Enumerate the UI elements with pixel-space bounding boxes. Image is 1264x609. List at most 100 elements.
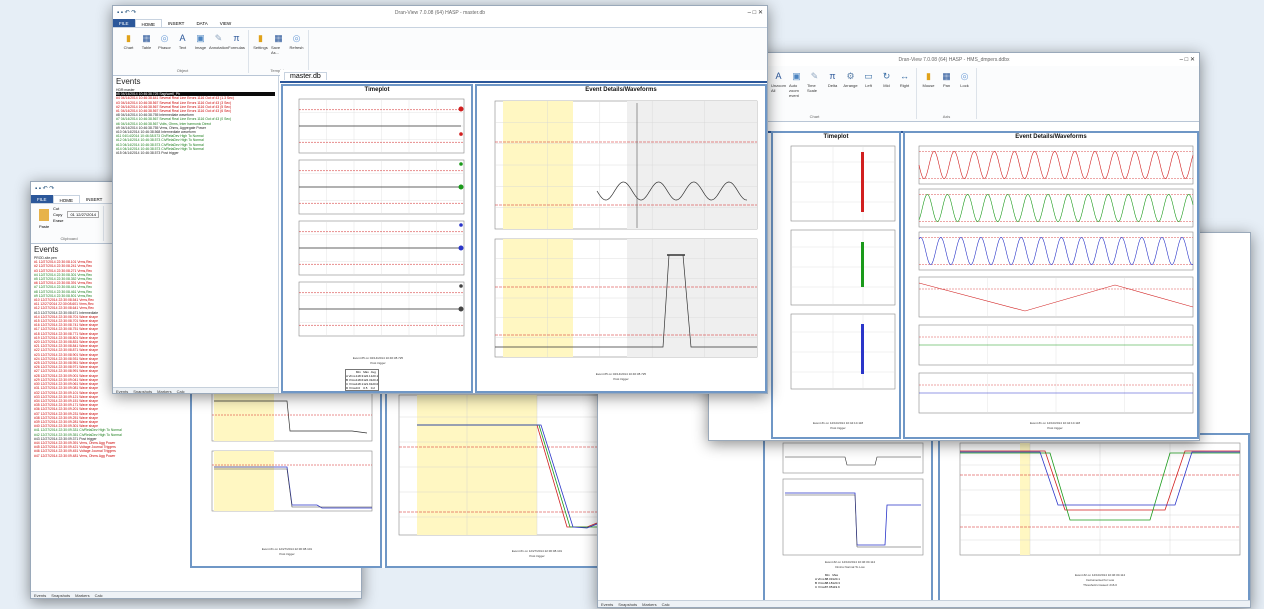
ribbon-button-delta[interactable]: π Delta xyxy=(825,68,840,113)
window-title: Dran-View 7.0.08 (64) HASP - HMS_dmpers.… xyxy=(898,56,1010,63)
bottom-timeplot-caption2: Dmins Normal To Low xyxy=(835,565,865,569)
document-tab-bar: master.db xyxy=(280,70,767,83)
ribbon-tabs: FILE HOME INSERT DATA VIEW xyxy=(113,19,767,28)
erase-button[interactable]: Erase xyxy=(53,218,63,223)
window-controls[interactable]: – □ ✕ xyxy=(1180,56,1195,63)
right-timeplot-caption2: Post trigger xyxy=(830,426,846,430)
save-as--icon: ▦ xyxy=(274,32,283,43)
ribbon-button-label: Save As... xyxy=(271,45,281,55)
ribbon-button-left[interactable]: ▭ Left xyxy=(861,68,876,113)
table-row: D Vrms 0.0 0.5 0.2 xyxy=(346,386,375,390)
text-icon: A xyxy=(179,33,186,43)
events-tree[interactable]: HDR:master #5 04/14/2014 10:46:38.725 Sag… xyxy=(113,87,278,156)
tab-markers[interactable]: Markers xyxy=(642,602,656,607)
right-timeplot-pane: Timeplot Event #1 on 12/10/2014 10:44:10… xyxy=(771,131,901,439)
ribbon-button-pan[interactable]: ▦ Pan xyxy=(939,68,954,113)
tab-view[interactable]: VIEW xyxy=(214,19,238,27)
document-tab[interactable]: master.db xyxy=(284,71,327,80)
ribbon-button-mid[interactable]: ↻ Mid xyxy=(879,68,894,113)
ribbon-button-label: Lock xyxy=(960,83,969,88)
event-caption: Event #5 on 04/14/2014 10:46:38.725 xyxy=(595,372,647,376)
tab-home[interactable]: HOME xyxy=(134,19,163,27)
ribbon-button-arrange[interactable]: ⚙ Arrange xyxy=(843,68,858,113)
tab-snapshots[interactable]: Snapshots xyxy=(618,602,637,607)
tab-calc[interactable]: Calc xyxy=(95,593,103,598)
tab-insert[interactable]: INSERT xyxy=(80,195,108,203)
delta-icon: π xyxy=(829,71,836,81)
events-panel: Events HDR:master #5 04/14/2014 10:46:38.… xyxy=(113,76,279,393)
pan-icon: ▦ xyxy=(942,70,951,81)
ribbon-button-table[interactable]: ▦ Table xyxy=(139,30,154,67)
ribbon-button-label: Mouse xyxy=(922,83,935,88)
tab-events[interactable]: Events xyxy=(601,602,613,607)
left-timeplot-pane: Event #1 on 12/27/2014 22:30:08.101 Post… xyxy=(190,385,382,568)
tab-data[interactable]: DATA xyxy=(190,19,213,27)
mouse-icon: ▮ xyxy=(926,70,931,81)
ribbon-button-lock[interactable]: ◎ Lock xyxy=(957,68,972,113)
paste-button[interactable]: Paste xyxy=(39,224,99,229)
ribbon-button-mouse[interactable]: ▮ Mouse xyxy=(921,68,936,113)
quick-access-toolbar[interactable]: ▪ ▪ ↶ ↷ xyxy=(117,9,136,16)
date-field[interactable]: 01 12/27/2014 xyxy=(67,211,100,218)
left-timeplot-caption: Event #1 on 12/27/2014 22:30:08.101 xyxy=(261,547,313,551)
right-event-caption2: Post trigger xyxy=(1047,426,1063,430)
tab-file[interactable]: FILE xyxy=(113,19,135,27)
tab-calc[interactable]: Calc xyxy=(177,389,185,393)
tab-snapshots[interactable]: Snapshots xyxy=(51,593,70,598)
tree-item[interactable]: #15 04/14/2014 10:46:38.573 Post trigger xyxy=(116,151,275,155)
ribbon-button-label: Unzoom All xyxy=(771,83,786,93)
quick-access-toolbar[interactable]: ▪ ▪ ↶ ↷ xyxy=(35,185,54,192)
bottom-timeplot-pane: Event #2 on 12/10/2014 10:46:30.114 Dmin… xyxy=(763,433,933,603)
ribbon-button-settings[interactable]: ▮ Settings xyxy=(253,30,268,67)
title-bar: ▪ ▪ ↶ ↷ Dran-View 7.0.08 (64) HASP - mas… xyxy=(113,6,767,19)
timeplot-caption2: Post trigger xyxy=(370,361,386,365)
event-pane: Event Details/Waveforms Event #5 on 04/1… xyxy=(475,84,767,393)
ribbon-button-chart[interactable]: ▮ Chart xyxy=(121,30,136,67)
ribbon-button-save-as-[interactable]: ▦ Save As... xyxy=(271,30,286,67)
tab-markers[interactable]: Markers xyxy=(157,389,171,393)
timeplot-title: Timeplot xyxy=(364,87,390,93)
ribbon-button-time-scale[interactable]: ✎ Time Scale xyxy=(807,68,822,113)
ribbon-button-label: Refresh xyxy=(289,45,304,50)
ribbon-button-label: Text xyxy=(178,45,187,50)
ribbon-button-label: Auto zoom event xyxy=(789,83,799,98)
tab-calc[interactable]: Calc xyxy=(662,602,670,607)
window-controls[interactable]: – □ ✕ xyxy=(748,9,763,16)
right-event-svg xyxy=(918,145,1194,414)
bottom-tabs: Events Snapshots Markers Calc xyxy=(598,600,1250,607)
ribbon-button-annotation[interactable]: ✎ Annotation xyxy=(209,30,228,67)
ribbon-button-label: Time Scale xyxy=(807,83,818,93)
ribbon-button-unzoom-all[interactable]: A Unzoom All xyxy=(771,68,786,113)
tab-markers[interactable]: Markers xyxy=(75,593,89,598)
series-marker xyxy=(459,162,463,166)
ribbon-button-formulas[interactable]: π Formulas xyxy=(228,30,245,67)
series-marker xyxy=(459,284,463,288)
tab-events[interactable]: Events xyxy=(34,593,46,598)
ribbon-button-auto-zoom-event[interactable]: ▣ Auto zoom event xyxy=(789,68,804,113)
tab-home[interactable]: HOME xyxy=(52,195,81,203)
bottom-event-caption: Event #2 on 12/10/2014 10:46:30.114 xyxy=(1075,573,1125,577)
copy-button[interactable]: Copy xyxy=(53,212,63,217)
bottom-timeplot-svg xyxy=(782,442,924,556)
cut-button[interactable]: Cut xyxy=(53,206,63,211)
ribbon-button-label: Mid xyxy=(883,83,890,88)
ribbon-button-label: Delta xyxy=(827,83,838,88)
tab-events[interactable]: Events xyxy=(116,389,128,393)
clipboard-group: Cut Copy Erase 01 12/27/2014 Paste Clipb… xyxy=(35,206,105,241)
ribbon-button-phasor[interactable]: ◎ Phasor xyxy=(157,30,172,67)
timeplot-title: Timeplot xyxy=(823,134,849,140)
ribbon-button-text[interactable]: A Text xyxy=(175,30,190,67)
ribbon-button-label: Phasor xyxy=(158,45,171,50)
tab-file[interactable]: FILE xyxy=(31,195,53,203)
stats-table: Min Max Avg A Vrms 118.3 122.1 120.1 B Vrms 11… xyxy=(345,369,380,391)
tab-snapshots[interactable]: Snapshots xyxy=(133,389,152,393)
tab-insert[interactable]: INSERT xyxy=(162,19,190,27)
ribbon: ▮Move▦Zoom◎UnzoomAUnzoom All▣Auto zoom e… xyxy=(709,66,1199,122)
ribbon-button-label: Image xyxy=(194,45,207,50)
ribbon-button-image[interactable]: ▣ Image xyxy=(193,30,208,67)
right-timeplot-caption: Event #1 on 12/10/2014 10:44:10.118 xyxy=(813,421,863,425)
timeplot-pane: Timeplot Event #5 on 04/14/2014 10:46:38… xyxy=(281,84,473,393)
ribbon-button-right[interactable]: ↔ Right xyxy=(897,68,912,113)
paste-icon[interactable] xyxy=(39,208,49,221)
ribbon-button-refresh[interactable]: ◎ Refresh xyxy=(289,30,304,67)
